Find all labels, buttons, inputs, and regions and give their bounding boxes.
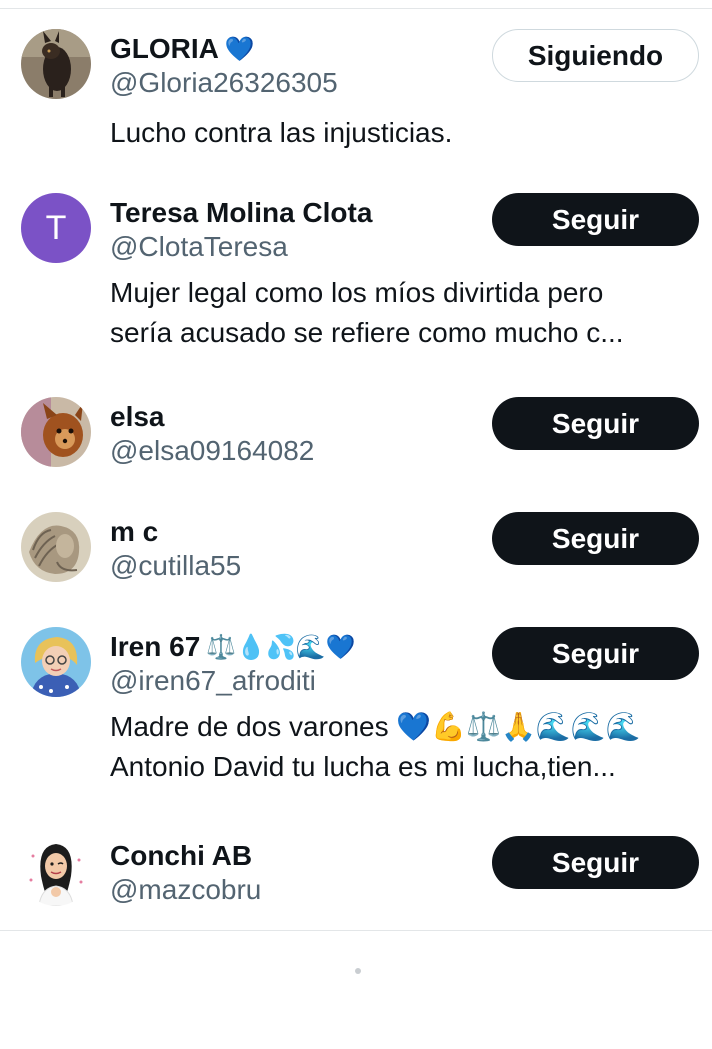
name-emoji-icons: ⚖️💧💦🌊💙	[206, 633, 356, 661]
user-bio: Mujer legal como los míos divirtida pero…	[110, 277, 624, 348]
display-name[interactable]: m c	[110, 512, 158, 552]
display-name[interactable]: Conchi AB	[110, 836, 252, 876]
loading-indicator	[355, 968, 361, 974]
user-bio: Lucho contra las injusticias.	[110, 117, 453, 148]
top-divider	[0, 8, 712, 9]
cartoon-woman-avatar-icon	[21, 627, 91, 697]
display-name[interactable]: GLORIA 💙	[110, 29, 255, 69]
user-bio: Madre de dos varones 💙💪⚖️🙏🌊🌊🌊 Antonio Da…	[110, 711, 641, 782]
display-name[interactable]: elsa	[110, 397, 165, 437]
avatar[interactable]: T	[21, 193, 91, 263]
user-handle: @ClotaTeresa	[110, 231, 288, 262]
user-handle: @Gloria26326305	[110, 67, 338, 98]
avatar[interactable]	[21, 627, 91, 697]
follow-button[interactable]: Seguir	[492, 397, 699, 450]
user-handle: @iren67_afroditi	[110, 665, 316, 696]
display-name[interactable]: Iren 67 ⚖️💧💦🌊💙	[110, 627, 356, 667]
avatar-letter: T	[45, 208, 67, 247]
avatar[interactable]	[21, 29, 91, 99]
avatar[interactable]	[21, 836, 91, 906]
cartoon-girl-avatar-icon	[21, 836, 91, 906]
follow-button[interactable]: Seguir	[492, 836, 699, 889]
small-dog-avatar-icon	[21, 397, 91, 467]
user-handle: @elsa09164082	[110, 435, 315, 466]
follow-button[interactable]: Seguir	[492, 193, 699, 246]
avatar[interactable]	[21, 397, 91, 467]
user-handle: @cutilla55	[110, 550, 242, 581]
avatar[interactable]	[21, 512, 91, 582]
user-handle: @mazcobru	[110, 874, 262, 905]
bottom-divider	[0, 930, 712, 931]
blue-heart-icon: 💙	[224, 35, 255, 63]
follow-button[interactable]: Seguir	[492, 512, 699, 565]
follow-button[interactable]: Seguir	[492, 627, 699, 680]
dog-avatar-icon	[21, 29, 91, 99]
following-button[interactable]: Siguiendo	[492, 29, 699, 82]
sculpture-avatar-icon	[21, 512, 91, 582]
display-name[interactable]: Teresa Molina Clota	[110, 193, 372, 233]
